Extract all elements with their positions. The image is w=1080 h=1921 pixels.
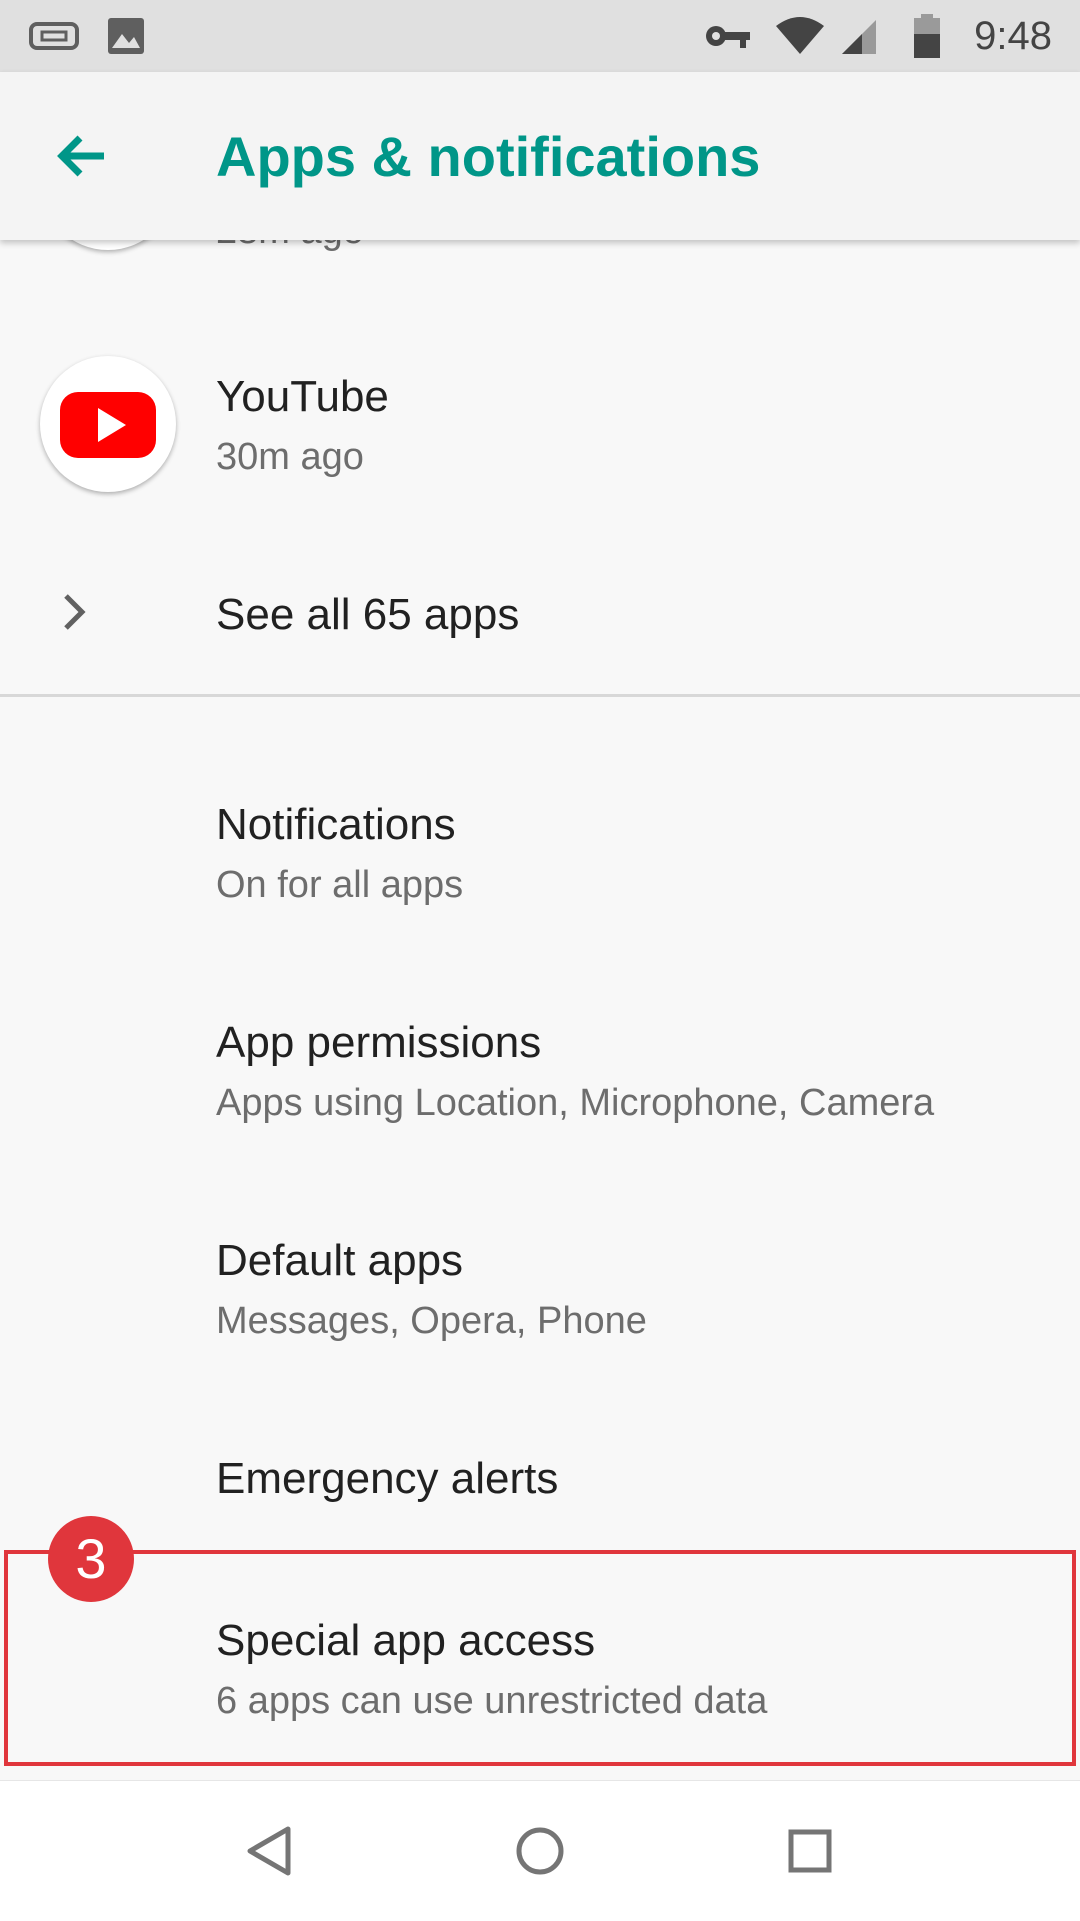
status-bar: 9:48 [0,0,1080,72]
cast-icon [29,22,79,50]
divider [0,694,1080,697]
setting-title: Notifications [216,800,456,849]
setting-summary: Apps using Location, Microphone, Camera [216,1082,935,1124]
chevron-right-icon [64,594,86,630]
setting-title: Default apps [216,1236,464,1285]
image-icon [108,18,144,54]
setting-title: App permissions [216,1018,542,1067]
page-title: Apps & notifications [216,125,761,188]
battery-icon [914,14,940,58]
setting-title: Emergency alerts [216,1454,559,1503]
app-bar: Apps & notifications [0,72,1080,240]
highlight-box [4,1550,1076,1766]
home-nav-icon[interactable] [500,1811,580,1891]
arrow-back-icon[interactable] [44,116,124,196]
wifi-icon [776,17,824,54]
navigation-bar [0,1780,1080,1921]
youtube-icon [40,356,176,492]
step-badge: 3 [48,1516,134,1602]
see-all-apps-label: See all 65 apps [216,590,520,639]
settings-list[interactable]: 28m ago YouTube 30m ago See all 65 apps … [0,240,1080,1780]
recent-app-time: 30m ago [216,436,364,478]
setting-summary: On for all apps [216,864,464,906]
recent-app-name: YouTube [216,372,389,421]
recent-app-time: 28m ago [216,240,364,253]
signal-icon [842,20,876,54]
opera-icon [40,240,176,250]
recents-nav-icon[interactable] [770,1811,850,1891]
clock: 9:48 [974,14,1052,58]
back-nav-icon[interactable] [230,1811,310,1891]
vpn-key-icon [706,26,750,48]
setting-summary: Messages, Opera, Phone [216,1300,647,1342]
